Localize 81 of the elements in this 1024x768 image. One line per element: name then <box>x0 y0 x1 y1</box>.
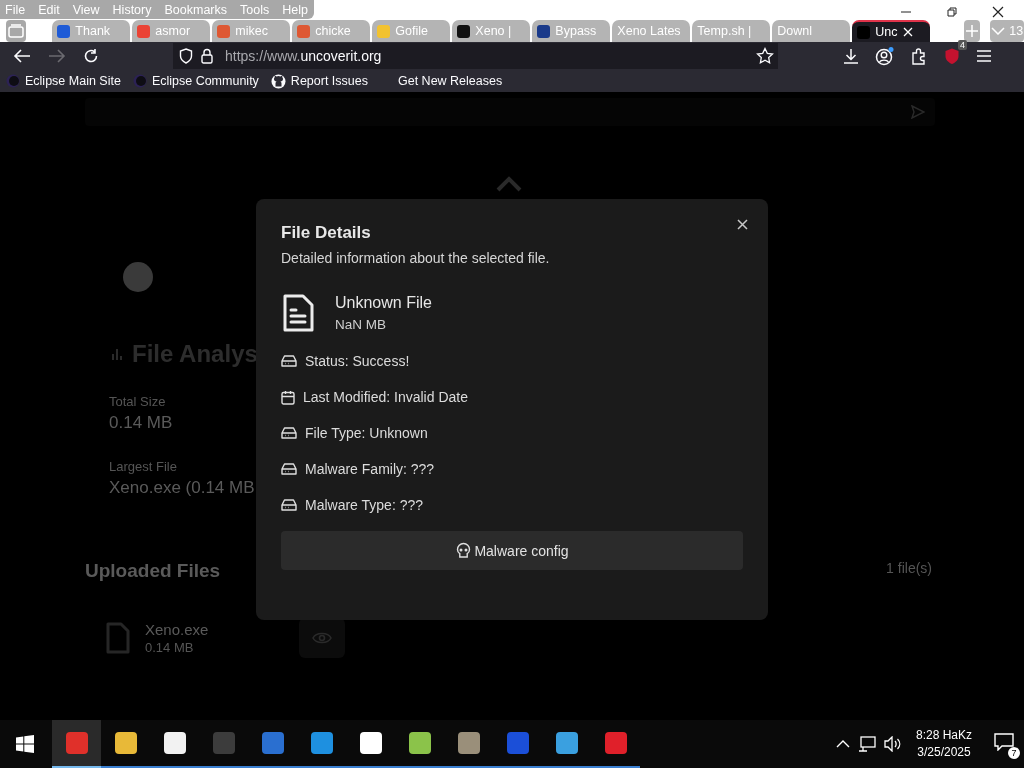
taskbar-app[interactable] <box>52 720 101 768</box>
file-name: Unknown File <box>335 294 432 312</box>
download-icon[interactable] <box>842 47 860 65</box>
bookmark-item[interactable]: Eclipse Community <box>132 74 259 88</box>
url-text: https://www.uncoverit.org <box>225 48 382 64</box>
menu-item[interactable]: Edit <box>38 2 60 17</box>
chevron-down-icon <box>991 27 1006 35</box>
clock[interactable]: 8:28 HaKz 3/25/2025 <box>915 727 972 761</box>
eclipse-icon <box>6 74 20 88</box>
start-icon[interactable] <box>16 735 34 753</box>
stat-value: 0.14 MB <box>109 413 173 433</box>
drive-icon <box>281 463 297 475</box>
eye-icon <box>312 631 332 645</box>
browser-tab[interactable]: Temp.sh | <box>692 20 771 42</box>
bookmark-item[interactable]: Get New Releases <box>398 74 503 88</box>
close-icon[interactable] <box>992 6 1004 18</box>
address-bar[interactable]: https://www.uncoverit.org <box>173 43 778 69</box>
detail-text: Malware Type: ??? <box>305 497 424 513</box>
restore-icon[interactable] <box>946 6 958 18</box>
drive-icon <box>281 499 297 511</box>
shield-icon[interactable] <box>179 48 193 64</box>
section-title: Uploaded Files <box>85 560 221 582</box>
bookmark-item[interactable]: Report Issues <box>270 73 368 89</box>
chevron-up-icon[interactable] <box>835 739 850 749</box>
menu-icon[interactable] <box>976 49 992 63</box>
lock-icon[interactable] <box>201 48 213 64</box>
menu-item[interactable]: File <box>5 2 26 17</box>
cat-logo-icon <box>270 73 286 89</box>
star-icon[interactable] <box>756 47 774 65</box>
puzzle-icon[interactable] <box>910 47 928 65</box>
browser-tab[interactable]: Downl <box>772 20 851 42</box>
tab-count-button[interactable]: 13 <box>990 20 1024 42</box>
browser-tab[interactable]: mikec <box>212 20 291 42</box>
detail-text: Malware Family: ??? <box>305 461 435 477</box>
menu-item[interactable]: Bookmarks <box>164 2 227 17</box>
forward-icon[interactable] <box>48 48 66 64</box>
menu-item[interactable]: View <box>72 2 100 17</box>
stat-value: Xeno.exe (0.14 MB <box>109 478 255 498</box>
count-badge: 7 <box>1008 747 1020 759</box>
dialog-title: File Details <box>281 223 372 243</box>
file-icon <box>105 622 131 654</box>
browser-tab[interactable]: Unc <box>852 20 931 42</box>
upload-icon <box>495 176 523 192</box>
browser-tab[interactable]: Gofile <box>372 20 451 42</box>
speaker-icon[interactable] <box>883 736 902 752</box>
file-size: 0.14 MB <box>145 640 194 655</box>
bookmark-item[interactable]: Eclipse Main Site <box>6 74 121 88</box>
detail-text: Status: Success! <box>305 353 410 369</box>
document-icon <box>281 293 315 333</box>
browser-tab[interactable]: chicke <box>292 20 371 42</box>
file-name: Xeno.exe <box>145 621 209 638</box>
account-icon[interactable] <box>875 46 895 66</box>
malware-config-button[interactable]: Malware config <box>281 531 743 570</box>
reload-icon[interactable] <box>83 48 99 64</box>
chart-icon <box>111 347 123 361</box>
menu-item[interactable]: Tools <box>240 2 270 17</box>
network-icon[interactable] <box>857 736 876 752</box>
file-count: 1 file(s) <box>886 560 932 578</box>
stat-label: Largest File <box>109 459 177 474</box>
browser-tab[interactable]: asmor <box>132 20 211 42</box>
input-field[interactable] <box>85 98 935 126</box>
detail-text: Last Modified: Invalid Date <box>303 389 468 405</box>
detail-text: File Type: Unknown <box>305 425 428 441</box>
browser-tab[interactable]: Xeno | <box>452 20 531 42</box>
stat-label: Total Size <box>109 394 166 409</box>
count-badge: 4 <box>958 40 967 50</box>
notification-icon[interactable] <box>994 733 1014 751</box>
eclipse-icon <box>132 74 147 88</box>
skull-icon <box>455 542 473 559</box>
browser-tab[interactable]: Bypass <box>532 20 611 42</box>
drive-icon <box>281 427 297 439</box>
dialog-subtitle: Detailed information about the selected file. <box>281 250 551 266</box>
file-size: NaN MB <box>335 317 387 332</box>
browser-tab[interactable]: Thank <box>52 20 131 42</box>
back-icon[interactable] <box>13 48 31 64</box>
menu-item[interactable]: History <box>112 2 152 17</box>
status-dot <box>123 262 153 292</box>
drive-icon <box>281 355 297 367</box>
menu-item[interactable]: Help <box>282 2 308 17</box>
calendar-icon <box>281 389 295 405</box>
browser-tab[interactable]: Xeno Lates <box>612 20 691 42</box>
